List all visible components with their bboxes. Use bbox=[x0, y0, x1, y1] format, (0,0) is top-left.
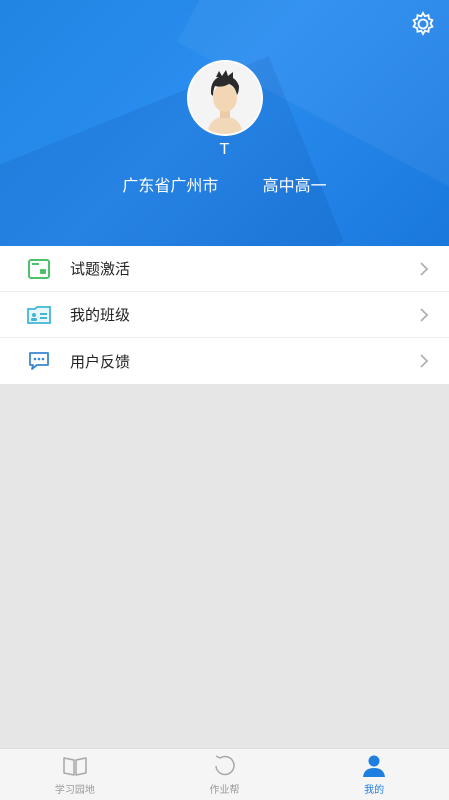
person-icon bbox=[360, 753, 388, 779]
tab-study[interactable]: 学习园地 bbox=[0, 749, 150, 800]
tab-homework[interactable]: 作业帮 bbox=[150, 749, 300, 800]
menu-list: 试题激活 我的班级 用户反馈 bbox=[0, 246, 449, 384]
user-info-line: 广东省广州市 高中高一 bbox=[0, 172, 449, 196]
menu-item-my-class[interactable]: 我的班级 bbox=[0, 292, 449, 338]
tab-label: 我的 bbox=[364, 785, 385, 796]
tab-label: 作业帮 bbox=[209, 785, 240, 796]
gear-icon bbox=[412, 11, 434, 36]
menu-item-label: 我的班级 bbox=[70, 306, 131, 324]
chevron-right-icon bbox=[420, 308, 429, 322]
book-icon bbox=[61, 753, 89, 779]
menu-item-label: 用户反馈 bbox=[70, 352, 131, 371]
bottom-tab-bar: 学习园地 作业帮 我的 bbox=[0, 748, 449, 800]
circle-icon bbox=[211, 753, 239, 779]
tab-label: 学习园地 bbox=[54, 785, 95, 796]
username: T bbox=[219, 140, 230, 158]
menu-item-feedback[interactable]: 用户反馈 bbox=[0, 338, 449, 384]
avatar-person-icon bbox=[189, 62, 261, 134]
settings-button[interactable] bbox=[409, 10, 437, 38]
profile-header: T 广东省广州市 高中高一 bbox=[0, 0, 449, 246]
tab-mine[interactable]: 我的 bbox=[299, 749, 449, 800]
chat-bubble-icon bbox=[26, 350, 52, 372]
chevron-right-icon bbox=[420, 262, 429, 276]
grade-text: 高中高一 bbox=[262, 176, 327, 195]
location-text: 广东省广州市 bbox=[122, 176, 219, 195]
class-card-icon bbox=[26, 304, 52, 326]
ticket-icon bbox=[26, 258, 52, 280]
chevron-right-icon bbox=[420, 354, 429, 368]
avatar[interactable] bbox=[187, 60, 263, 136]
menu-item-label: 试题激活 bbox=[70, 260, 131, 278]
menu-item-activate[interactable]: 试题激活 bbox=[0, 246, 449, 292]
